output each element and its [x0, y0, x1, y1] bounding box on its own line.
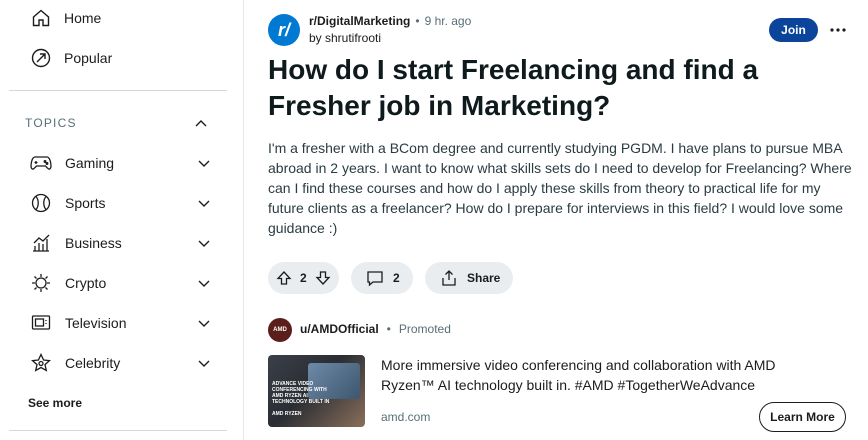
ad-domain[interactable]: amd.com	[381, 410, 430, 424]
promoted-label: Promoted	[398, 322, 451, 336]
chevron-down-icon	[196, 355, 212, 371]
sidebar-item-television[interactable]: Television	[30, 311, 212, 335]
sports-ball-icon	[30, 192, 52, 214]
comment-icon	[365, 268, 385, 288]
sidebar-item-label: Sports	[65, 195, 106, 211]
chevron-down-icon	[196, 195, 212, 211]
sidebar-item-popular[interactable]: Popular	[30, 46, 112, 70]
join-button[interactable]: Join	[769, 18, 818, 42]
sidebar-item-label: Television	[65, 315, 127, 331]
chevron-down-icon	[196, 155, 212, 171]
sidebar-item-label: Popular	[64, 50, 113, 66]
comment-count: 2	[393, 271, 400, 285]
sidebar-item-label: Crypto	[65, 275, 107, 291]
sidebar-item-label: Gaming	[65, 155, 115, 171]
chevron-up-icon[interactable]	[193, 116, 209, 132]
home-icon	[30, 7, 52, 29]
downvote-icon[interactable]	[313, 268, 333, 288]
left-sidebar: Home Popular TOPICS Gaming Sports Busine…	[0, 0, 244, 440]
learn-more-button[interactable]: Learn More	[759, 402, 846, 432]
sidebar-item-business[interactable]: Business	[30, 231, 212, 255]
share-button[interactable]: Share	[425, 262, 513, 294]
topics-heading: TOPICS	[25, 116, 77, 130]
sidebar-item-label: Home	[64, 10, 102, 26]
upvote-icon[interactable]	[274, 268, 294, 288]
sidebar-item-crypto[interactable]: Crypto	[30, 271, 212, 295]
share-icon	[439, 268, 459, 288]
sidebar-item-label: Celebrity	[65, 355, 121, 371]
star-icon	[30, 352, 52, 374]
ad-thumbnail[interactable]: ADVANCE VIDEO CONFERENCING WITH AMD RYZE…	[268, 355, 365, 427]
sidebar-item-home[interactable]: Home	[30, 6, 101, 30]
ad-image-text: ADVANCE VIDEO CONFERENCING WITH AMD RYZE…	[272, 381, 330, 405]
more-options-icon[interactable]	[828, 20, 848, 40]
advertiser-avatar[interactable]: AMD	[268, 318, 292, 342]
ad-text[interactable]: More immersive video conferencing and co…	[381, 355, 811, 395]
chevron-down-icon	[196, 315, 212, 331]
subreddit-icon[interactable]: r/	[268, 14, 300, 46]
chevron-down-icon	[196, 235, 212, 251]
subreddit-link[interactable]: r/DigitalMarketing	[309, 14, 410, 28]
see-more-link[interactable]: See more	[28, 396, 82, 410]
sidebar-divider	[9, 430, 227, 431]
popular-icon	[30, 47, 52, 69]
gamepad-icon	[30, 152, 52, 174]
vote-count: 2	[300, 271, 307, 285]
post-title: How do I start Freelancing and find a Fr…	[268, 54, 759, 121]
sidebar-item-sports[interactable]: Sports	[30, 191, 212, 215]
post-body: I'm a fresher with a BCom degree and cur…	[268, 140, 852, 236]
sidebar-item-celebrity[interactable]: Celebrity	[30, 351, 212, 375]
advertiser-name[interactable]: u/AMDOfficial	[300, 322, 379, 336]
meta-separator: •	[386, 322, 391, 336]
chart-icon	[30, 232, 52, 254]
promoted-meta: u/AMDOfficial • Promoted	[300, 322, 451, 336]
post-time: 9 hr. ago	[424, 14, 472, 28]
chevron-down-icon	[196, 275, 212, 291]
share-label: Share	[467, 271, 501, 285]
meta-separator: •	[415, 14, 420, 28]
sidebar-divider	[9, 90, 227, 91]
post-meta: r/DigitalMarketing • 9 hr. ago	[309, 14, 471, 28]
sidebar-item-label: Business	[65, 235, 122, 251]
crypto-icon	[30, 272, 52, 294]
tv-icon	[30, 312, 52, 334]
post-author[interactable]: by shrutifrooti	[309, 31, 381, 45]
vote-bar: 2	[268, 262, 339, 294]
ad-image-brand: AMD RYZEN	[272, 411, 302, 417]
comments-button[interactable]: 2	[351, 262, 413, 294]
sidebar-item-gaming[interactable]: Gaming	[30, 151, 212, 175]
